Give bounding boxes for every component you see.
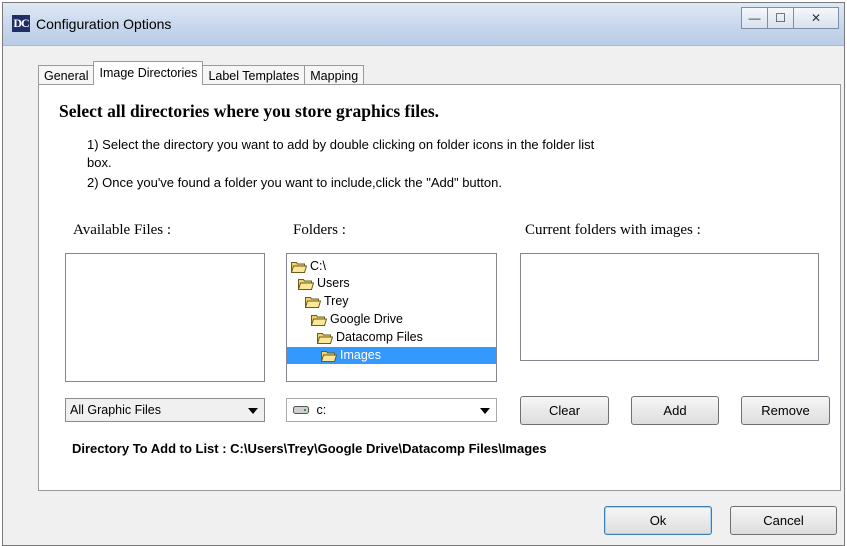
minimize-icon: — bbox=[748, 11, 761, 25]
available-files-label: Available Files : bbox=[73, 222, 172, 238]
remove-button[interactable]: Remove bbox=[741, 396, 830, 425]
close-button[interactable]: ✕ bbox=[793, 7, 839, 29]
folder-item-label: Google Drive bbox=[330, 312, 403, 326]
folder-item-label: Images bbox=[340, 348, 381, 362]
chevron-down-icon bbox=[248, 408, 258, 414]
tab-general[interactable]: General bbox=[38, 65, 95, 85]
tab-mapping[interactable]: Mapping bbox=[304, 65, 365, 85]
folder-item-users[interactable]: Users bbox=[298, 275, 350, 292]
open-folder-icon bbox=[291, 261, 307, 273]
maximize-button[interactable]: ☐ bbox=[767, 7, 794, 29]
instruction-line-2: box. bbox=[87, 155, 112, 170]
title-bar[interactable]: DC Configuration Options — ☐ ✕ bbox=[3, 3, 844, 46]
tab-strip: General Image Directories Label Template… bbox=[38, 61, 365, 85]
folder-item-images[interactable]: Images bbox=[287, 347, 496, 364]
window-title: Configuration Options bbox=[36, 16, 172, 32]
folders-label: Folders : bbox=[293, 222, 346, 238]
available-files-list[interactable] bbox=[65, 253, 265, 382]
section-heading: Select all directories where you store g… bbox=[59, 101, 440, 121]
current-folders-label: Current folders with images : bbox=[525, 222, 701, 238]
clear-button[interactable]: Clear bbox=[520, 396, 609, 425]
folder-item-google-drive[interactable]: Google Drive bbox=[311, 311, 403, 328]
ok-button[interactable]: Ok bbox=[604, 506, 712, 535]
instruction-line-1: 1) Select the directory you want to add … bbox=[87, 137, 595, 152]
maximize-icon: ☐ bbox=[775, 11, 786, 25]
directory-to-add: Directory To Add to List : C:\Users\Trey… bbox=[72, 441, 547, 456]
tab-image-directories[interactable]: Image Directories bbox=[93, 61, 204, 85]
open-folder-icon bbox=[305, 296, 321, 308]
folder-item-label: Trey bbox=[324, 294, 349, 308]
open-folder-icon bbox=[321, 350, 337, 362]
drive-icon bbox=[293, 400, 309, 422]
current-folders-list[interactable] bbox=[520, 253, 819, 361]
open-folder-icon bbox=[317, 332, 333, 344]
add-button[interactable]: Add bbox=[631, 396, 719, 425]
app-logo-icon: DC bbox=[12, 15, 30, 32]
cancel-button[interactable]: Cancel bbox=[730, 506, 837, 535]
folder-item-c-root[interactable]: C:\ bbox=[291, 258, 326, 275]
window-controls: — ☐ ✕ bbox=[741, 7, 839, 31]
drive-select[interactable]: c: bbox=[286, 398, 497, 422]
chevron-down-icon bbox=[480, 408, 490, 414]
minimize-button[interactable]: — bbox=[741, 7, 768, 29]
folder-tree-list[interactable]: C:\ Users Trey Google Drive Datacomp Fil… bbox=[286, 253, 497, 382]
file-type-select[interactable]: All Graphic Files bbox=[65, 398, 265, 422]
file-type-select-value: All Graphic Files bbox=[70, 403, 161, 417]
open-folder-icon bbox=[311, 314, 327, 326]
close-icon: ✕ bbox=[810, 11, 822, 25]
folder-item-label: Users bbox=[317, 276, 350, 290]
folder-item-label: Datacomp Files bbox=[336, 330, 423, 344]
drive-select-value: c: bbox=[316, 403, 327, 417]
open-folder-icon bbox=[298, 278, 314, 290]
folder-item-label: C:\ bbox=[310, 259, 326, 273]
folder-item-trey[interactable]: Trey bbox=[305, 293, 349, 310]
folder-item-datacomp-files[interactable]: Datacomp Files bbox=[317, 329, 423, 346]
instruction-line-3: 2) Once you've found a folder you want t… bbox=[87, 175, 502, 190]
tab-label-templates[interactable]: Label Templates bbox=[202, 65, 306, 85]
